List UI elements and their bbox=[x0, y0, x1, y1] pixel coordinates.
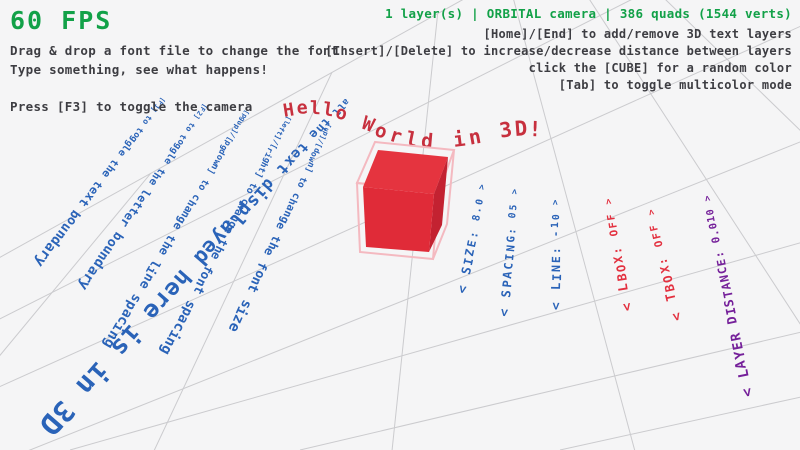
hint-add-remove-layers: [Home]/[End] to add/remove 3D text layer… bbox=[325, 27, 792, 41]
hint-type-something: Type something, see what happens! bbox=[10, 62, 347, 77]
hint-layer-distance-keys: [Insert]/[Delete] to increase/decrease d… bbox=[325, 44, 792, 58]
app-window: [F1] to toggle the text boundary[F2] to … bbox=[0, 0, 800, 450]
cube-front-face[interactable] bbox=[363, 187, 434, 252]
hint-toggle-camera: Press [F3] to toggle the camera bbox=[10, 99, 347, 114]
hint-cube-random-color: click the [CUBE] for a random color bbox=[325, 61, 792, 75]
hud-right: 1 layer(s) | ORBITAL camera | 386 quads … bbox=[325, 6, 792, 92]
hud-left: 60 FPS Drag & drop a font file to change… bbox=[10, 6, 347, 114]
render-stats: 1 layer(s) | ORBITAL camera | 386 quads … bbox=[325, 6, 792, 21]
hint-multicolor-mode: [Tab] to toggle multicolor mode bbox=[325, 78, 792, 92]
fps-counter: 60 FPS bbox=[10, 6, 347, 35]
cube-top-face[interactable] bbox=[363, 150, 448, 194]
hint-drag-drop-font: Drag & drop a font file to change the fo… bbox=[10, 43, 347, 58]
